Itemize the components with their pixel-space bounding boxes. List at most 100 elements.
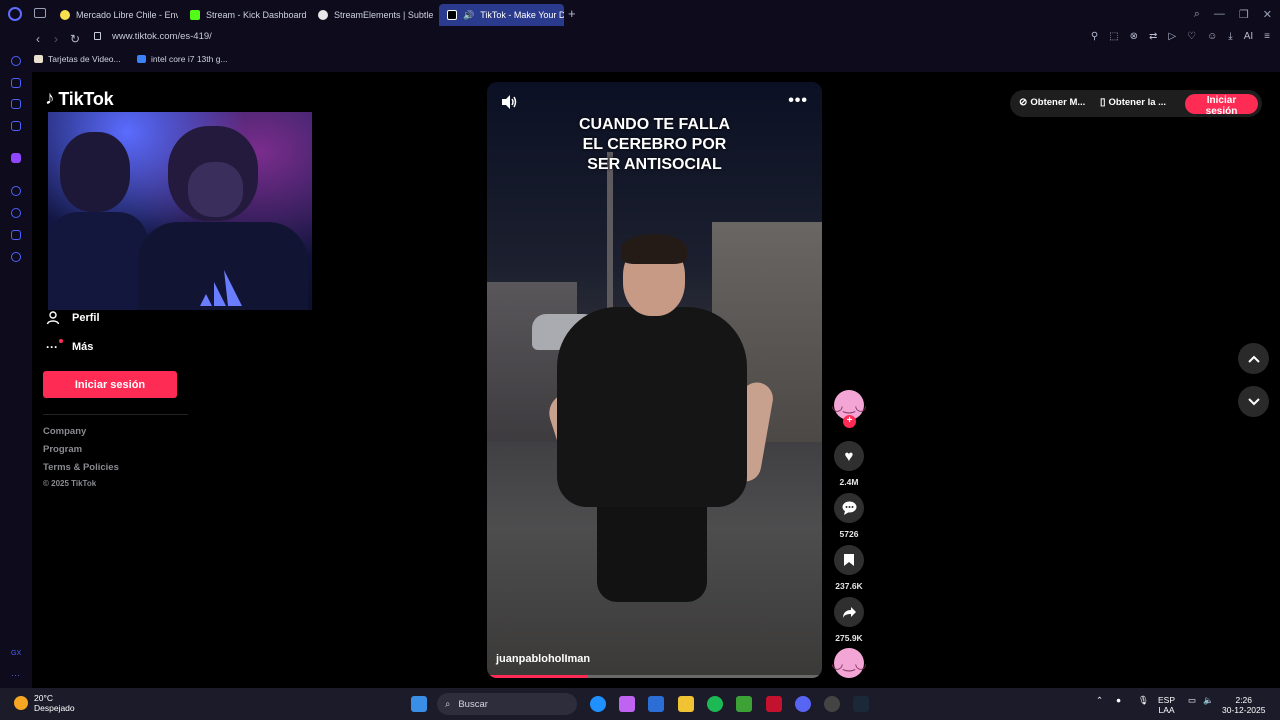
footer-link-terms[interactable]: Terms & Policies (43, 462, 119, 473)
pin-icon[interactable]: ⚲ (1091, 31, 1098, 42)
pinboard-icon[interactable] (11, 99, 21, 109)
discord-icon[interactable] (795, 696, 811, 712)
next-video-button[interactable] (1238, 386, 1269, 417)
window-controls: ⌕ — ❐ ✕ (1194, 8, 1272, 21)
tab-streamelements[interactable]: StreamElements | Subtle S (310, 4, 434, 26)
microphone-icon[interactable]: 🎙 (1138, 695, 1149, 705)
weather-widget[interactable]: 20°C Despejado (14, 693, 75, 713)
top-login-button[interactable]: Iniciar sesión (1185, 94, 1258, 117)
tray-app-icon[interactable]: ● (1116, 695, 1121, 705)
play-icon[interactable]: ▷ (1168, 31, 1176, 42)
menu-icon[interactable]: ≡ (1264, 31, 1270, 42)
sidebar-item-more[interactable]: ··· Más (46, 339, 94, 354)
tab-label: Stream - Kick Dashboard (206, 10, 306, 20)
extensions-icon[interactable] (11, 230, 21, 240)
comment-count: 5726 (839, 529, 859, 539)
messenger-icon[interactable] (11, 121, 21, 131)
tiktok-icon (447, 10, 457, 20)
search-tabs-icon[interactable]: ⌕ (1194, 8, 1200, 21)
profile-icon[interactable]: ☺ (1207, 31, 1217, 42)
obs-icon[interactable] (824, 696, 840, 712)
sidebar-login-button[interactable]: Iniciar sesión (43, 371, 177, 398)
save-button[interactable] (834, 545, 864, 575)
share-count: 275.9K (835, 633, 863, 643)
url-field[interactable]: www.tiktok.com/es-419/ (112, 31, 212, 42)
more-options-icon[interactable]: ••• (788, 92, 808, 110)
previous-video-button[interactable] (1238, 343, 1269, 374)
snapshot-icon[interactable]: ⬚ (1109, 31, 1118, 42)
tab-mercado-libre[interactable]: Mercado Libre Chile - Env (52, 4, 178, 26)
footer-link-program[interactable]: Program (43, 444, 82, 455)
aria-icon[interactable] (11, 78, 21, 88)
weather-desc: Despejado (34, 703, 75, 713)
sun-icon (14, 696, 28, 710)
tab-kick-dashboard[interactable]: Stream - Kick Dashboard (182, 4, 306, 26)
video-player[interactable]: CUANDO TE FALLA EL CEREBRO POR SER ANTIS… (487, 82, 822, 678)
like-button[interactable]: ♥ (834, 441, 864, 471)
adblock-icon[interactable]: ⊗ (1130, 31, 1138, 42)
share-icon (842, 606, 856, 618)
video-author[interactable]: juanpabloholIman (496, 653, 590, 665)
settings-icon[interactable] (11, 252, 21, 262)
footer-link-company[interactable]: Company (43, 426, 86, 437)
close-icon[interactable]: ✕ (1263, 8, 1272, 21)
comment-button[interactable] (834, 493, 864, 523)
save-count: 237.6K (835, 581, 863, 591)
coin-icon: ⊘ (1019, 97, 1028, 108)
tab-label: TikTok - Make Your Da (480, 10, 564, 20)
maximize-icon[interactable]: ❐ (1239, 8, 1249, 21)
gx-icon[interactable]: GX (11, 650, 21, 660)
opera-logo-icon[interactable] (8, 7, 22, 21)
bookmark-intel-i7[interactable]: intel core i7 13th g... (137, 54, 228, 64)
heart-icon[interactable]: ♡ (1187, 31, 1196, 42)
taskbar-search[interactable]: ⌕ Buscar (437, 693, 577, 715)
tray-overflow-icon[interactable]: ⌃ (1096, 695, 1103, 705)
lock-icon (94, 32, 101, 40)
sidebar-item-profile[interactable]: Perfil (46, 311, 100, 325)
spotify-taskbar-icon[interactable] (707, 696, 723, 712)
get-app-button[interactable]: ▯ Obtener la ... (1100, 97, 1166, 108)
volume-tray-icon[interactable]: 🔈 (1203, 695, 1214, 705)
file-explorer-icon[interactable] (678, 696, 694, 712)
tiktok-logo[interactable]: ♪ TikTok (45, 88, 114, 110)
windows-start-icon[interactable] (411, 696, 427, 712)
sound-avatar[interactable]: ◡‿◡ (831, 648, 867, 678)
history-icon[interactable] (11, 208, 21, 218)
bookmarks-bar: Tarjetas de Video... intel core i7 13th … (0, 50, 1280, 72)
share-button[interactable] (834, 597, 864, 627)
tab-workspace-icon[interactable] (34, 8, 46, 18)
reload-icon[interactable]: ↻ (70, 32, 80, 46)
get-coins-label: Obtener M... (1030, 97, 1086, 108)
video-progress-bar[interactable] (487, 675, 822, 678)
opera-gx-taskbar-icon[interactable] (766, 696, 782, 712)
minimize-icon[interactable]: — (1214, 8, 1225, 21)
speed-dial-icon[interactable] (11, 56, 21, 66)
language-indicator[interactable]: ESP LAA (1158, 695, 1175, 715)
twitch-icon[interactable] (11, 153, 21, 163)
spotify-icon[interactable] (11, 186, 21, 196)
clock[interactable]: 2:26 30-12-2025 (1222, 695, 1265, 715)
new-tab-button[interactable]: + (568, 7, 576, 20)
person-icon (46, 311, 60, 325)
forward-icon[interactable]: › (54, 32, 58, 46)
download-icon[interactable]: ⤓ (1228, 31, 1232, 42)
steam-icon[interactable] (853, 696, 869, 712)
tab-tiktok[interactable]: 🔊 TikTok - Make Your Da (439, 4, 564, 26)
network-icon[interactable]: ▭ (1188, 695, 1196, 705)
tab-label: StreamElements | Subtle S (334, 10, 434, 20)
sidebar-more-icon[interactable]: ··· (11, 670, 21, 680)
volume-icon[interactable] (501, 94, 517, 110)
translate-icon[interactable]: ⇄ (1149, 31, 1157, 42)
outlook-icon[interactable] (648, 696, 664, 712)
clock-time: 2:26 (1235, 695, 1253, 705)
get-coins-button[interactable]: ⊘ Obtener M... (1019, 97, 1085, 108)
bookmark-video-cards[interactable]: Tarjetas de Video... (34, 54, 121, 64)
sidebar-item-label: Más (72, 341, 94, 353)
follow-plus-icon[interactable]: + (843, 415, 856, 428)
minecraft-icon[interactable] (736, 696, 752, 712)
tiktok-note-icon: ♪ (45, 88, 55, 109)
ai-button[interactable]: AI (1244, 31, 1253, 42)
back-icon[interactable]: ‹ (36, 32, 40, 46)
edge-icon[interactable] (590, 696, 606, 712)
copilot-icon[interactable] (619, 696, 635, 712)
